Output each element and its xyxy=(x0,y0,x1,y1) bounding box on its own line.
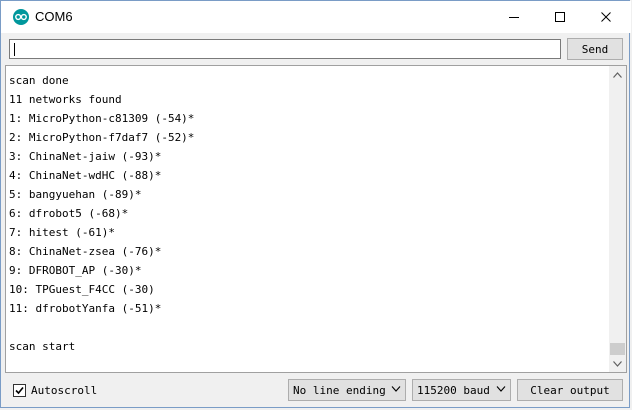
output-line: 10: TPGuest_F4CC (-30) xyxy=(9,283,155,296)
chevron-down-icon xyxy=(496,386,506,392)
arduino-icon xyxy=(13,9,29,25)
autoscroll-checkbox[interactable] xyxy=(13,384,26,397)
scroll-down-button[interactable] xyxy=(609,355,626,372)
output-line: 6: dfrobot5 (-68)* xyxy=(9,207,129,220)
scrollbar-thumb[interactable] xyxy=(610,343,625,355)
maximize-icon xyxy=(555,12,565,22)
vertical-scrollbar[interactable] xyxy=(609,66,626,372)
clear-output-button[interactable]: Clear output xyxy=(517,379,623,401)
output-line: 11 networks found xyxy=(9,93,122,106)
output-line: 4: ChinaNet-wdHC (-88)* xyxy=(9,169,162,182)
output-line: 9: DFROBOT_AP (-30)* xyxy=(9,264,142,277)
output-line: 2: MicroPython-f7daf7 (-52)* xyxy=(9,131,195,144)
output-line: 5: bangyuehan (-89)* xyxy=(9,188,142,201)
line-ending-select[interactable]: No line ending xyxy=(288,379,406,401)
minimize-icon xyxy=(509,17,519,18)
output-lines: scan done 11 networks found 1: MicroPython… xyxy=(9,71,609,356)
serial-monitor-window: COM6 Send scan done 11 networks found 1: M… xyxy=(0,0,631,409)
output-line: 3: ChinaNet-jaiw (-93)* xyxy=(9,150,162,163)
baud-rate-value: 115200 baud xyxy=(417,384,490,397)
send-row: Send xyxy=(1,33,631,65)
send-button[interactable]: Send xyxy=(567,38,623,60)
output-line: scan done xyxy=(9,74,69,87)
serial-output[interactable]: scan done 11 networks found 1: MicroPython… xyxy=(5,65,627,373)
close-button[interactable] xyxy=(583,1,629,33)
chevron-down-icon xyxy=(613,360,622,367)
close-icon xyxy=(601,12,611,22)
autoscroll-label: Autoscroll xyxy=(31,384,98,397)
baud-rate-select[interactable]: 115200 baud xyxy=(412,379,511,401)
title-bar: COM6 xyxy=(1,1,631,33)
check-icon xyxy=(15,386,24,395)
output-line: 8: ChinaNet-zsea (-76)* xyxy=(9,245,162,258)
chevron-up-icon xyxy=(613,71,622,78)
output-line: 1: MicroPython-c81309 (-54)* xyxy=(9,112,195,125)
output-line: scan start xyxy=(9,340,76,353)
output-line: 7: hitest (-61)* xyxy=(9,226,115,239)
line-ending-value: No line ending xyxy=(293,384,386,397)
scroll-up-button[interactable] xyxy=(609,66,626,83)
chevron-down-icon xyxy=(391,386,401,392)
output-line: 11: dfrobotYanfa (-51)* xyxy=(9,302,162,315)
maximize-button[interactable] xyxy=(537,1,583,33)
footer-bar: Autoscroll No line ending 115200 baud Cl… xyxy=(1,373,631,409)
minimize-button[interactable] xyxy=(491,1,537,33)
window-title: COM6 xyxy=(35,9,73,24)
text-caret xyxy=(14,43,15,56)
command-input[interactable] xyxy=(9,39,561,59)
